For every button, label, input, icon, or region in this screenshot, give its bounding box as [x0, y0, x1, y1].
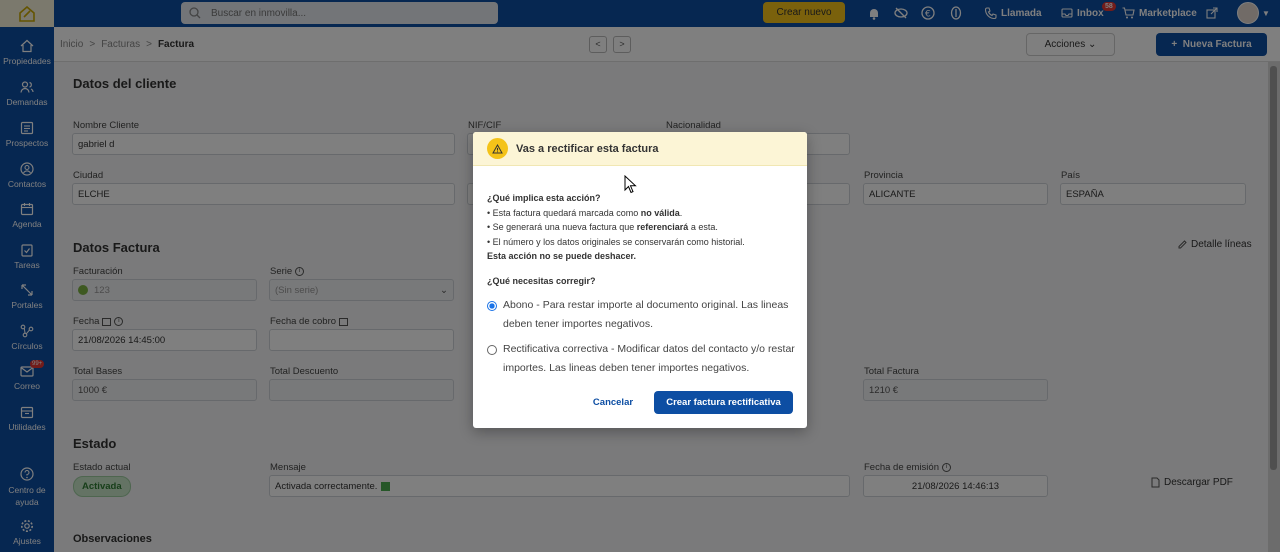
question-corregir: ¿Qué necesitas corregir? — [487, 275, 596, 286]
bullet-end: . — [679, 207, 683, 218]
dialog-header: Vas a rectificar esta factura — [473, 132, 807, 166]
bullet-text: El número y los datos originales se cons… — [492, 236, 745, 247]
bullet-item: • Se generará una nueva factura que refe… — [487, 222, 718, 232]
warning-icon — [487, 138, 508, 159]
bullet-item: • El número y los datos originales se co… — [487, 236, 745, 247]
mouse-cursor-icon — [624, 175, 637, 194]
option-rectificativa-label: Rectificativa correctiva - Modificar dat… — [503, 343, 795, 374]
cancel-button[interactable]: Cancelar — [583, 392, 643, 412]
option-rectificativa[interactable]: Rectificativa correctiva - Modificar dat… — [487, 340, 797, 378]
bullet-bold: referenciará — [636, 222, 689, 232]
dialog-body: ¿Qué implica esta acción? • Esta factura… — [487, 191, 797, 288]
bullet-item: • Esta factura quedará marcada como no v… — [487, 207, 683, 218]
option-abono-label: Abono - Para restar importe al documento… — [503, 299, 789, 330]
radio-button-selected[interactable] — [487, 301, 497, 311]
bullet-text: Se generará una nueva factura que — [492, 222, 637, 232]
rectificar-dialog: Vas a rectificar esta factura ¿Qué impli… — [473, 132, 807, 428]
option-abono[interactable]: Abono - Para restar importe al documento… — [487, 296, 797, 334]
bullet-bold: no válida — [640, 207, 680, 218]
question-accion: ¿Qué implica esta acción? — [487, 193, 601, 203]
irreversible-warning: Esta acción no se puede deshacer. — [487, 251, 637, 261]
radio-button[interactable] — [487, 345, 497, 355]
dialog-title: Vas a rectificar esta factura — [516, 142, 659, 155]
crear-rectificativa-button[interactable]: Crear factura rectificativa — [654, 391, 793, 414]
bullet-end: a esta. — [688, 222, 718, 232]
bullet-text: Esta factura quedará marcada como — [492, 207, 641, 218]
